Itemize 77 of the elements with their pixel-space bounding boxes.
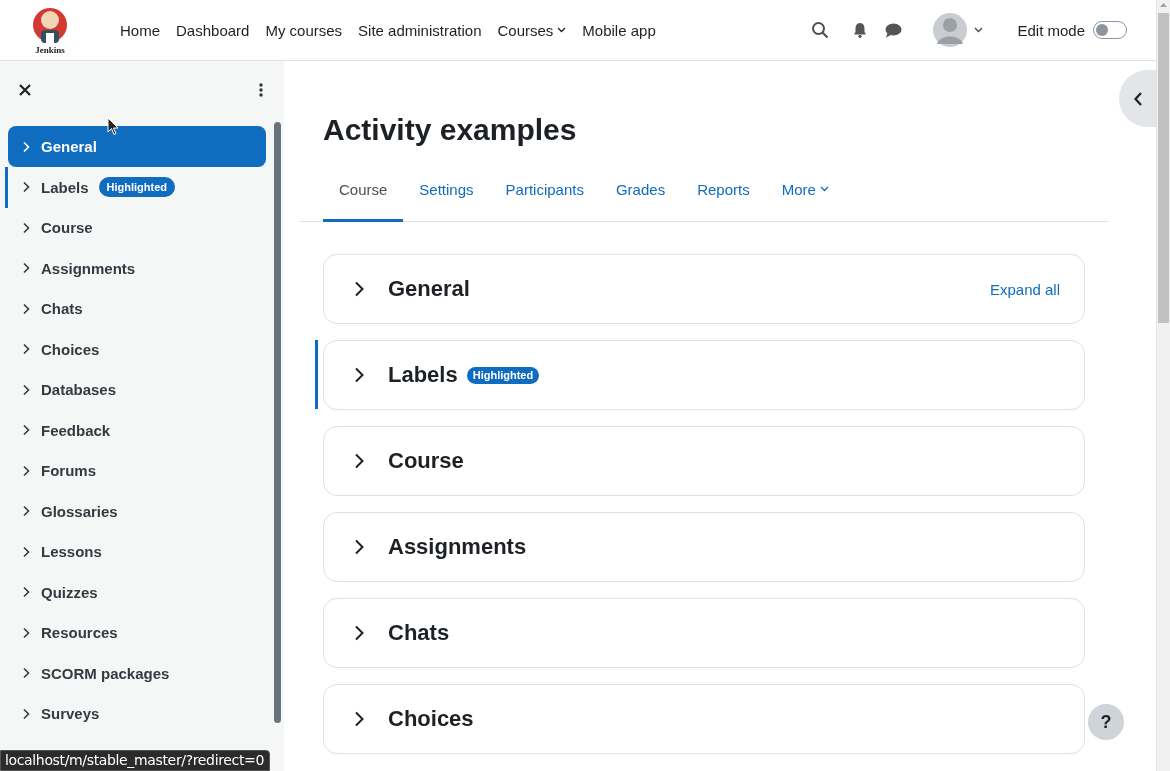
logo-text: Jenkins bbox=[35, 44, 65, 55]
tab[interactable]: More bbox=[765, 159, 845, 222]
chevron-icon bbox=[21, 383, 31, 396]
chevron-icon bbox=[21, 586, 31, 599]
section-title[interactable]: Course bbox=[388, 448, 464, 474]
chevron-icon bbox=[21, 221, 31, 234]
course-index-item[interactable]: Surveys bbox=[8, 693, 266, 734]
section-title[interactable]: Chats bbox=[388, 620, 450, 646]
tab[interactable]: Settings bbox=[403, 159, 490, 222]
page-title: Activity examples bbox=[323, 112, 578, 148]
tab[interactable]: Course bbox=[323, 159, 404, 222]
nav-link[interactable]: Mobile app bbox=[582, 21, 656, 39]
chevron-left-icon bbox=[1133, 90, 1143, 107]
chevron-icon[interactable] bbox=[353, 625, 365, 641]
caret-icon bbox=[974, 27, 984, 33]
chevron-icon bbox=[21, 140, 31, 153]
chat-icon[interactable] bbox=[885, 22, 903, 38]
drawer-toggle-button[interactable] bbox=[1119, 70, 1156, 127]
chevron-icon bbox=[21, 707, 31, 720]
course-index-item[interactable]: Course bbox=[8, 207, 266, 248]
course-index-item[interactable]: SCORM packages bbox=[8, 653, 266, 694]
tab[interactable]: Participants bbox=[489, 159, 600, 222]
course-index-item[interactable]: Resources bbox=[8, 612, 266, 653]
nav-link[interactable]: Site administration bbox=[358, 21, 482, 39]
chevron-icon bbox=[21, 181, 31, 194]
chevron-icon bbox=[21, 464, 31, 477]
course-index-item[interactable]: Databases bbox=[8, 369, 266, 410]
course-index-item[interactable]: Glossaries bbox=[8, 491, 266, 532]
chevron-icon bbox=[21, 626, 31, 639]
chevron-icon bbox=[21, 505, 31, 518]
highlighted-badge: Highlighted bbox=[466, 366, 540, 384]
bell-icon[interactable] bbox=[853, 22, 868, 38]
tab[interactable]: Reports bbox=[681, 159, 766, 222]
chevron-icon bbox=[21, 262, 31, 275]
highlighted-badge: Highlighted bbox=[98, 177, 176, 198]
course-index-item[interactable]: Feedback bbox=[8, 410, 266, 451]
course-index-item[interactable]: Lessons bbox=[8, 531, 266, 572]
chevron-icon[interactable] bbox=[353, 367, 365, 383]
status-bar: localhost/m/stable_master/?redirect=0 bbox=[0, 750, 270, 771]
caret-icon bbox=[819, 186, 829, 192]
course-index-item[interactable]: General bbox=[8, 126, 266, 167]
nav-link[interactable]: Home bbox=[120, 21, 160, 39]
chevron-icon[interactable] bbox=[353, 539, 365, 555]
help-button[interactable]: ? bbox=[1088, 704, 1124, 740]
chevron-icon[interactable] bbox=[353, 281, 365, 297]
nav-link[interactable]: My courses bbox=[265, 21, 343, 39]
more-options-icon[interactable] bbox=[259, 83, 263, 97]
section-title[interactable]: Labels bbox=[388, 362, 458, 388]
section-title[interactable]: Assignments bbox=[388, 534, 527, 560]
section-title[interactable]: Choices bbox=[388, 706, 474, 732]
course-index-item[interactable]: Assignments bbox=[8, 248, 266, 289]
mouse-pointer-icon bbox=[107, 117, 119, 136]
course-index-item[interactable]: Forums bbox=[8, 450, 266, 491]
logo-icon bbox=[32, 5, 68, 44]
chevron-icon[interactable] bbox=[353, 453, 365, 469]
chevron-icon bbox=[21, 302, 31, 315]
close-icon[interactable] bbox=[19, 84, 31, 96]
course-index-item[interactable]: Choices bbox=[8, 329, 266, 370]
chevron-icon bbox=[21, 424, 31, 437]
expand-all-link[interactable]: Expand all bbox=[989, 280, 1060, 298]
avatar-icon[interactable] bbox=[932, 12, 969, 48]
edit-mode-label: Edit mode bbox=[1017, 21, 1085, 39]
tab[interactable]: Grades bbox=[599, 159, 682, 222]
caret-icon bbox=[557, 27, 567, 33]
nav-dropdown[interactable]: Courses bbox=[497, 21, 567, 39]
course-index-item[interactable]: Quizzes bbox=[8, 572, 266, 613]
scrollbar-thumb[interactable] bbox=[274, 122, 281, 723]
section-title[interactable]: General bbox=[388, 276, 470, 302]
chevron-icon bbox=[21, 545, 31, 558]
course-index-item[interactable]: Chats bbox=[8, 288, 266, 329]
nav-link[interactable]: Dashboard bbox=[176, 21, 250, 39]
scrollbar-thumb[interactable] bbox=[1158, 13, 1169, 323]
search-icon[interactable] bbox=[811, 21, 830, 39]
course-index-item[interactable]: Labels Highlighted bbox=[8, 167, 266, 208]
chevron-icon bbox=[21, 667, 31, 680]
chevron-icon[interactable] bbox=[353, 711, 365, 727]
chevron-icon bbox=[21, 343, 31, 356]
